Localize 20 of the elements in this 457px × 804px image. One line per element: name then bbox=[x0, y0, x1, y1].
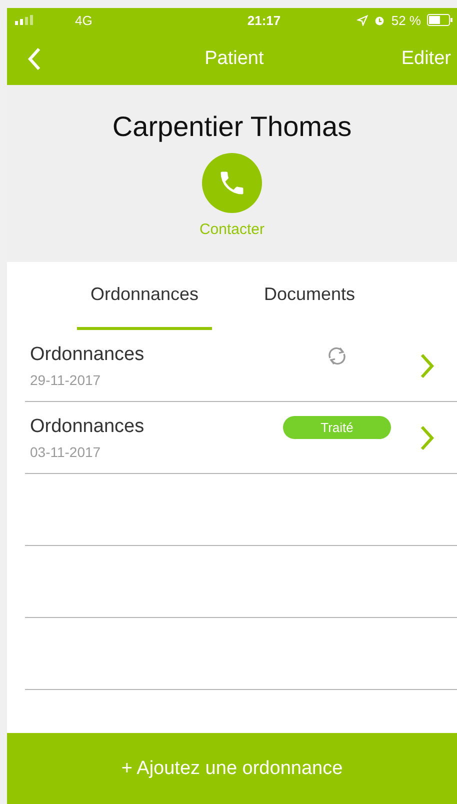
patient-name: Carpentier Thomas bbox=[112, 111, 352, 143]
chevron-button[interactable] bbox=[419, 352, 435, 378]
prescription-title: Ordonnances bbox=[30, 416, 146, 438]
battery-percent: 52 % bbox=[391, 12, 421, 28]
prescription-date: 03-11-2017 bbox=[30, 444, 102, 460]
clock: 21:17 bbox=[246, 12, 282, 28]
status-badge: Traité bbox=[283, 416, 391, 439]
tab[interactable]: Ordonnances bbox=[77, 262, 212, 330]
location-icon bbox=[357, 14, 368, 26]
network-label: 4G bbox=[75, 12, 94, 28]
back-button[interactable] bbox=[27, 46, 41, 70]
signal-icon bbox=[15, 15, 35, 25]
alarm-icon bbox=[374, 14, 386, 26]
prescription-title: Ordonnances bbox=[30, 344, 146, 366]
tab[interactable]: Documents bbox=[242, 262, 377, 330]
battery-icon bbox=[427, 14, 453, 26]
nav-title: Patient bbox=[204, 48, 264, 70]
contact-label: Contacter bbox=[199, 221, 265, 238]
prescription-date: 29-11-2017 bbox=[30, 372, 102, 388]
chevron-button[interactable] bbox=[419, 424, 435, 450]
